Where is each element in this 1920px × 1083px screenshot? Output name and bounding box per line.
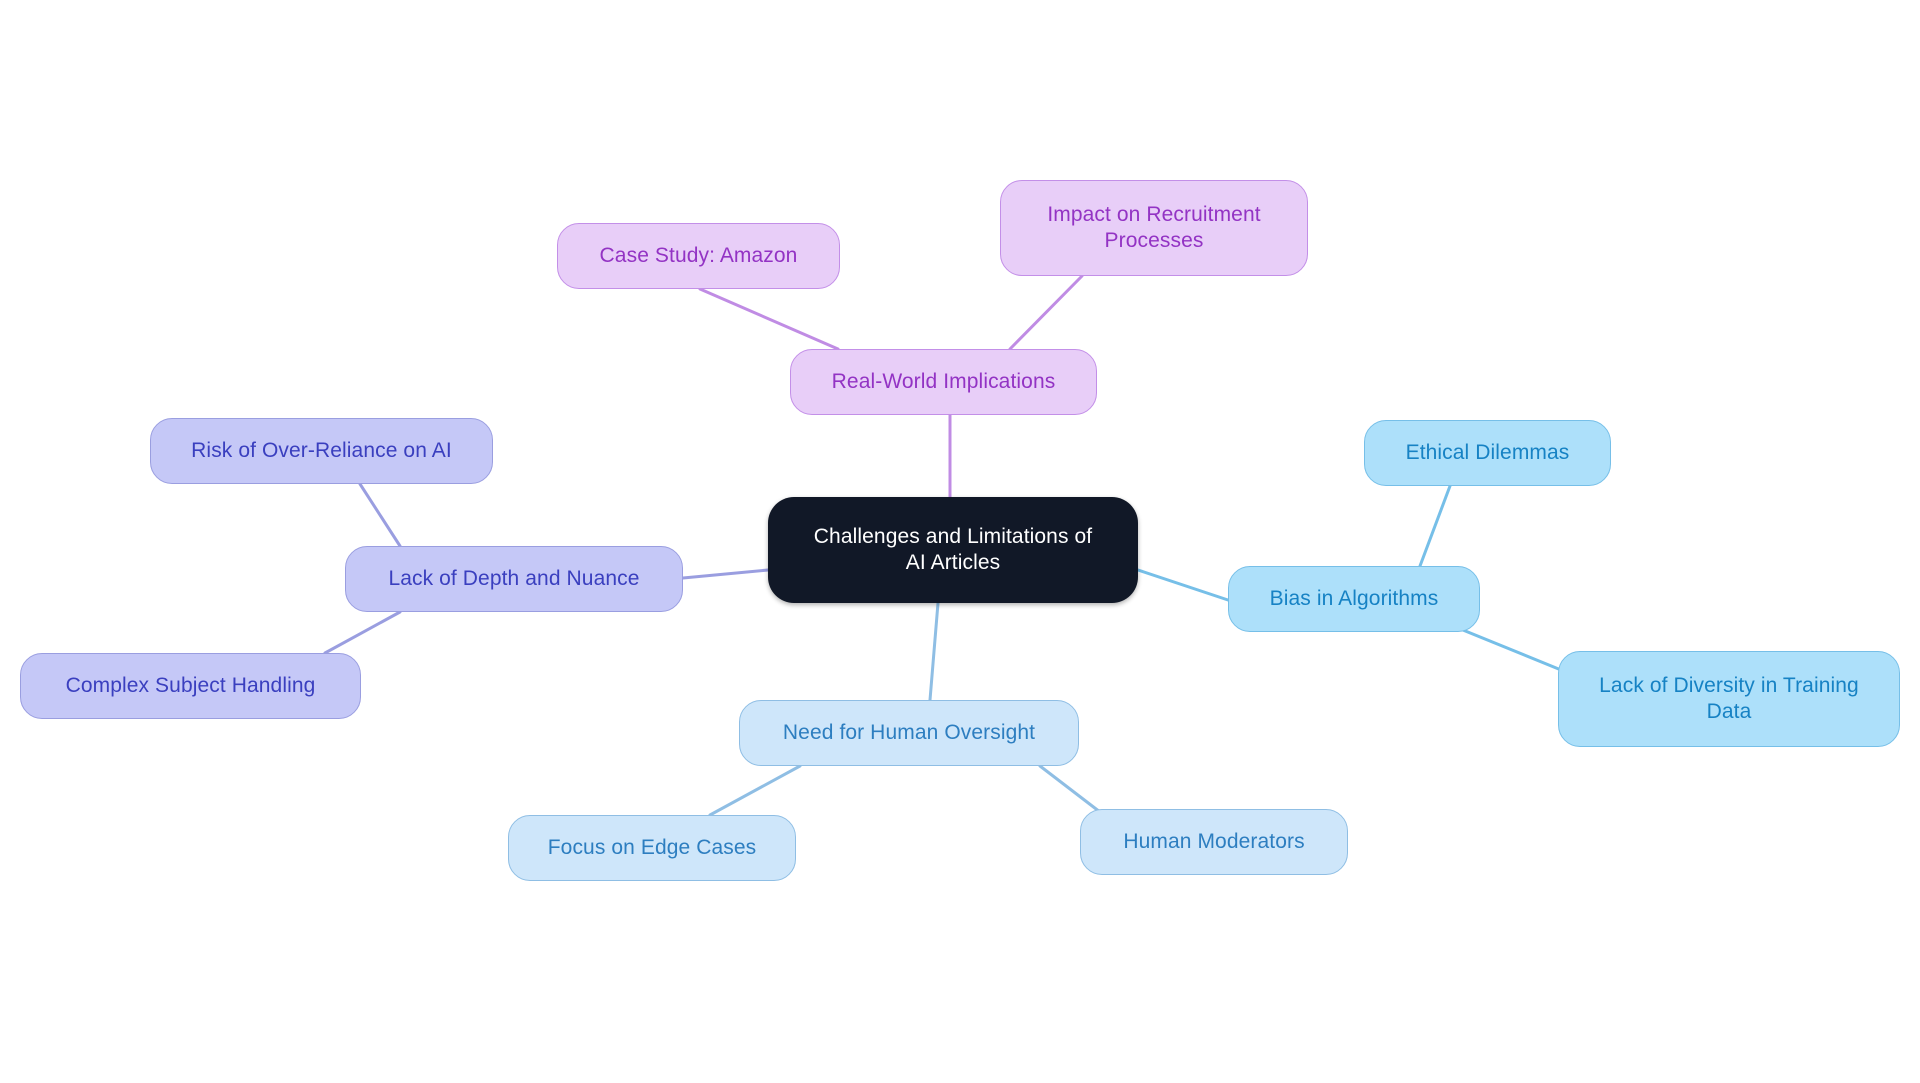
node-label: Lack of Diversity in Training Data bbox=[1599, 674, 1859, 723]
node-label: Real-World Implications bbox=[831, 370, 1056, 394]
node-label: Complex Subject Handling bbox=[65, 674, 316, 698]
node-label: Lack of Depth and Nuance bbox=[388, 567, 640, 591]
node-real-world-implications[interactable]: Real-World Implications bbox=[790, 349, 1097, 415]
node-bias-in-algorithms[interactable]: Bias in Algorithms bbox=[1228, 566, 1480, 632]
node-impact-on-recruitment-processes[interactable]: Impact on Recruitment Processes bbox=[1000, 180, 1308, 276]
node-label: Risk of Over-Reliance on AI bbox=[191, 439, 452, 463]
node-ethical-dilemmas[interactable]: Ethical Dilemmas bbox=[1364, 420, 1611, 486]
node-label: Case Study: Amazon bbox=[599, 244, 798, 268]
node-lack-of-depth-and-nuance[interactable]: Lack of Depth and Nuance bbox=[345, 546, 683, 612]
edge-need-for-human-oversight-to-human-moderators bbox=[1038, 764, 1102, 814]
edge-root-to-bias-in-algorithms bbox=[1136, 568, 1230, 602]
node-label: Challenges and Limitations of AI Article… bbox=[813, 525, 1093, 574]
node-label: Human Moderators bbox=[1123, 830, 1305, 854]
node-label: Impact on Recruitment Processes bbox=[1047, 203, 1261, 252]
edge-bias-in-algorithms-to-lack-of-diversity-in-training-data bbox=[1456, 626, 1568, 674]
node-label: Focus on Edge Cases bbox=[547, 836, 757, 860]
edge-root-to-need-for-human-oversight bbox=[928, 601, 940, 702]
node-label: Need for Human Oversight bbox=[782, 721, 1036, 745]
node-label: Bias in Algorithms bbox=[1269, 587, 1439, 611]
mindmap-canvas: Challenges and Limitations of AI Article… bbox=[0, 0, 1920, 1083]
node-case-study-amazon[interactable]: Case Study: Amazon bbox=[557, 223, 840, 289]
node-focus-on-edge-cases[interactable]: Focus on Edge Cases bbox=[508, 815, 796, 881]
node-lack-of-diversity-in-training-data[interactable]: Lack of Diversity in Training Data bbox=[1558, 651, 1900, 747]
edge-root-to-lack-of-depth-and-nuance bbox=[681, 568, 770, 580]
edge-real-world-implications-to-case-study-amazon bbox=[698, 287, 840, 351]
edge-need-for-human-oversight-to-focus-on-edge-cases bbox=[708, 764, 802, 817]
node-complex-subject-handling[interactable]: Complex Subject Handling bbox=[20, 653, 361, 719]
node-risk-of-over-reliance-on-ai[interactable]: Risk of Over-Reliance on AI bbox=[150, 418, 493, 484]
edge-lack-of-depth-and-nuance-to-risk-of-over-reliance-on-ai bbox=[358, 482, 402, 548]
node-need-for-human-oversight[interactable]: Need for Human Oversight bbox=[739, 700, 1079, 766]
node-human-moderators[interactable]: Human Moderators bbox=[1080, 809, 1348, 875]
edge-lack-of-depth-and-nuance-to-complex-subject-handling bbox=[323, 610, 402, 655]
edge-real-world-implications-to-impact-on-recruitment-processes bbox=[1008, 274, 1084, 351]
edge-bias-in-algorithms-to-ethical-dilemmas bbox=[1418, 484, 1452, 568]
node-root-challenges-and-limitations-of-ai-articles[interactable]: Challenges and Limitations of AI Article… bbox=[768, 497, 1138, 603]
node-label: Ethical Dilemmas bbox=[1405, 441, 1570, 465]
